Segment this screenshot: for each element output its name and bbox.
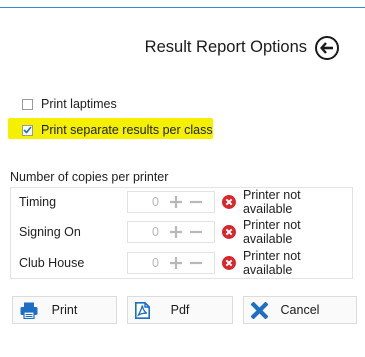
print-separate-checkbox[interactable] [22, 124, 33, 136]
print-button-label: Print [51, 303, 78, 317]
arrow-left-icon [320, 42, 333, 54]
print-laptimes-checkbox[interactable] [22, 98, 33, 110]
plus-icon[interactable] [169, 225, 183, 239]
page-title: Result Report Options [144, 38, 307, 56]
back-button[interactable] [315, 36, 339, 60]
printer-row-club-house: Club House 0 Printer not available [10, 249, 353, 277]
window-top-border [0, 7, 365, 8]
plus-icon[interactable] [169, 195, 183, 209]
printer-status: Printer not available [222, 249, 353, 277]
printer-name: Timing [19, 195, 57, 209]
checkmark-icon [23, 126, 32, 134]
error-icon [222, 256, 236, 270]
copies-value[interactable]: 0 [128, 256, 159, 270]
printer-status: Printer not available [222, 188, 353, 216]
print-separate-label: Print separate results per class [41, 123, 213, 137]
printer-status-text: Printer not available [242, 218, 301, 246]
pdf-button-label: Pdf [170, 303, 190, 317]
copies-value[interactable]: 0 [128, 225, 159, 239]
printer-name: Club House [19, 256, 85, 270]
cancel-button[interactable]: Cancel [243, 296, 357, 324]
pdf-button[interactable]: Pdf [127, 296, 233, 324]
minus-icon[interactable] [189, 225, 203, 239]
print-separate-option[interactable]: Print separate results per class [22, 123, 213, 137]
print-laptimes-label: Print laptimes [41, 97, 117, 111]
print-laptimes-option[interactable]: Print laptimes [22, 97, 117, 111]
printer-row-timing: Timing 0 Printer not available [10, 188, 353, 216]
cancel-button-label: Cancel [280, 303, 320, 317]
copies-stepper[interactable]: 0 [127, 252, 215, 274]
copies-value[interactable]: 0 [128, 195, 159, 209]
minus-icon[interactable] [189, 256, 203, 270]
copies-section-label: Number of copies per printer [10, 170, 169, 184]
copies-stepper[interactable]: 0 [127, 191, 215, 213]
printer-status-text: Printer not available [242, 188, 301, 216]
printer-status-text: Printer not available [242, 249, 301, 277]
copies-stepper[interactable]: 0 [127, 221, 215, 243]
plus-icon[interactable] [169, 256, 183, 270]
print-button[interactable]: Print [12, 296, 117, 324]
printer-name: Signing On [19, 225, 81, 239]
error-icon [222, 225, 236, 239]
printer-row-signing-on: Signing On 0 Printer not available [10, 218, 353, 246]
printer-status: Printer not available [222, 218, 353, 246]
minus-icon[interactable] [189, 195, 203, 209]
error-icon [222, 195, 236, 209]
